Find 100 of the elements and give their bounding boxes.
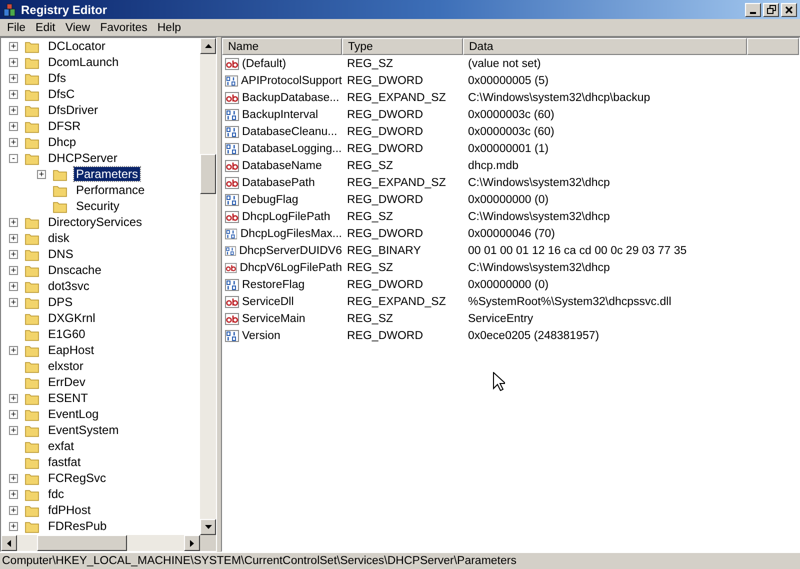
folder-icon <box>53 184 67 196</box>
string-value-icon <box>225 58 239 70</box>
tree-item[interactable]: DCLocator <box>46 39 108 53</box>
expander-toggle[interactable]: + <box>9 218 18 226</box>
binary-value-icon <box>225 330 239 342</box>
expander-toggle[interactable]: + <box>9 234 18 242</box>
scroll-thumb[interactable] <box>200 154 216 194</box>
tree-item[interactable]: Dnscache <box>46 263 104 277</box>
binary-value-icon <box>225 194 239 206</box>
tree-item[interactable]: dot3svc <box>46 279 92 293</box>
menu-item[interactable]: File <box>2 22 31 34</box>
string-value-icon <box>225 176 239 188</box>
expander-toggle[interactable]: + <box>9 346 18 354</box>
folder-icon <box>25 264 39 276</box>
expander-toggle[interactable]: + <box>37 170 46 178</box>
tree-item[interactable]: FDResPub <box>46 519 109 533</box>
expander-toggle[interactable]: + <box>9 410 18 418</box>
column-header[interactable]: Data <box>463 38 747 55</box>
tree-item[interactable]: DfsDriver <box>46 103 100 117</box>
expander-toggle[interactable]: + <box>9 250 18 258</box>
expander-toggle[interactable]: + <box>9 74 18 82</box>
expander-toggle[interactable]: + <box>9 106 18 114</box>
column-header[interactable]: Name <box>222 38 342 55</box>
value-name: Version <box>242 330 280 342</box>
folder-icon <box>25 472 39 484</box>
tree-item[interactable]: Performance <box>74 183 147 197</box>
expander-toggle[interactable]: + <box>9 474 18 482</box>
tree-item[interactable]: DXGKrnl <box>46 311 98 325</box>
tree-item[interactable]: fdPHost <box>46 503 93 517</box>
tree-item[interactable]: Dhcp <box>46 135 78 149</box>
expander-toggle[interactable]: + <box>9 42 18 50</box>
value-name: ServiceDll <box>242 296 294 308</box>
restore-button[interactable] <box>763 2 779 16</box>
expander-toggle[interactable]: + <box>9 394 18 402</box>
vertical-scrollbar[interactable] <box>200 38 216 535</box>
value-type: REG_DWORD <box>346 142 424 154</box>
value-name: BackupDatabase... <box>242 92 340 104</box>
tree-item[interactable]: ErrDev <box>46 375 88 389</box>
tree-item[interactable]: EapHost <box>46 343 96 357</box>
tree-item[interactable]: elxstor <box>46 359 86 373</box>
tree-item[interactable]: EventLog <box>46 407 101 421</box>
tree-item[interactable]: Dfs <box>46 71 68 85</box>
value-type: REG_DWORD <box>346 278 424 290</box>
tree-item[interactable]: fdc <box>46 487 66 501</box>
expander-toggle[interactable]: + <box>9 426 18 434</box>
value-name: DhcpV6LogFilePath <box>240 262 342 274</box>
expander-toggle[interactable]: + <box>9 138 18 146</box>
tree-item[interactable]: Security <box>74 199 122 213</box>
value-name: DatabaseCleanu... <box>242 126 338 138</box>
scroll-thumb[interactable] <box>37 535 127 551</box>
tree-item[interactable]: Parameters <box>74 167 140 181</box>
value-type: REG_SZ <box>346 210 394 222</box>
value-name: DatabaseLogging... <box>242 142 342 154</box>
value-data: 00 01 00 01 12 16 ca cd 00 0c 29 03 77 35 <box>467 244 688 256</box>
expander-toggle[interactable]: + <box>9 282 18 290</box>
menu-item[interactable]: Help <box>152 22 186 34</box>
tree-item[interactable]: DfsC <box>46 87 77 101</box>
tree-item[interactable]: E1G60 <box>46 327 88 341</box>
expander-toggle[interactable]: + <box>9 266 18 274</box>
tree-item[interactable]: DcomLaunch <box>46 55 121 69</box>
folder-icon <box>25 104 39 116</box>
scroll-left-icon <box>7 540 11 546</box>
tree-item[interactable]: DNS <box>46 247 76 261</box>
close-icon <box>785 6 793 14</box>
value-type: REG_EXPAND_SZ <box>346 176 447 188</box>
value-name: RestoreFlag <box>242 278 305 290</box>
folder-icon <box>25 440 39 452</box>
expander-toggle[interactable]: + <box>9 90 18 98</box>
value-data: 0x00000000 (0) <box>467 278 550 290</box>
expander-toggle[interactable]: + <box>9 122 18 130</box>
tree-item[interactable]: DFSR <box>46 119 83 133</box>
expander-toggle[interactable]: - <box>9 154 18 162</box>
menu-item[interactable]: Favorites <box>95 22 152 34</box>
menu-item[interactable]: Edit <box>30 22 60 34</box>
expander-toggle[interactable]: + <box>9 506 18 514</box>
expander-toggle[interactable]: + <box>9 490 18 498</box>
tree-item[interactable]: exfat <box>46 439 76 453</box>
tree-item[interactable]: FCRegSvc <box>46 471 108 485</box>
value-data: C:\Windows\system32\dhcp <box>467 262 611 274</box>
string-value-icon <box>225 296 239 308</box>
tree-item[interactable]: ESENT <box>46 391 90 405</box>
expander-toggle[interactable]: + <box>9 58 18 66</box>
tree-item[interactable]: DirectoryServices <box>46 215 144 229</box>
tree-item[interactable]: EventSystem <box>46 423 121 437</box>
expander-toggle[interactable]: + <box>9 522 18 530</box>
tree-item[interactable]: disk <box>46 231 72 245</box>
tree-item[interactable]: fastfat <box>46 455 83 469</box>
menu-item[interactable]: View <box>60 22 96 34</box>
column-header[interactable]: Type <box>342 38 463 55</box>
tree-item[interactable]: DPS <box>46 295 75 309</box>
expander-toggle[interactable]: + <box>9 298 18 306</box>
minimize-button[interactable] <box>745 2 761 16</box>
folder-icon <box>25 360 39 372</box>
folder-icon <box>25 456 39 468</box>
value-data: 0x00000005 (5) <box>467 74 550 86</box>
folder-icon <box>25 56 39 68</box>
horizontal-scrollbar[interactable] <box>1 535 216 551</box>
folder-icon <box>25 280 39 292</box>
tree-item[interactable]: DHCPServer <box>46 151 120 165</box>
close-button[interactable] <box>781 2 797 16</box>
